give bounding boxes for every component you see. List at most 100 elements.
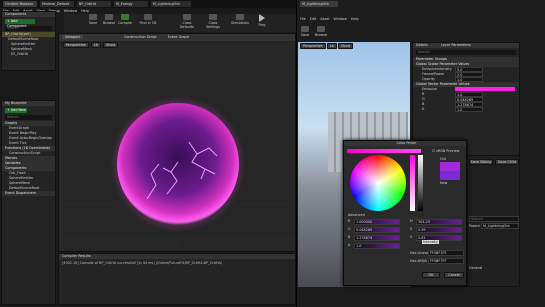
play-icon [259,14,265,22]
tab-layer-parameters[interactable]: Layer Parameters [441,43,471,47]
hex-linear-label: Hex Linear [410,251,429,255]
parameter-label: A [422,107,425,111]
compiler-results-panel: Compiler Results [4902.16] Compile of BP… [58,253,296,305]
channel-value-field[interactable]: 1.0 [354,243,400,249]
my-blueprint-search[interactable]: Search [5,115,52,120]
browse-icon [105,14,113,20]
component-item[interactable]: ES_OrbHA [2,52,55,57]
color-channel-row: B 1.278674 [348,235,406,243]
hex-srgb-label: Hex sRGB [410,259,427,263]
compile-button[interactable]: Compile [118,14,132,25]
add-new-button[interactable]: + Add New [5,108,27,113]
menu2-window[interactable]: Window [334,17,347,21]
tab-construction-script[interactable]: Construction Script [124,35,157,39]
orb-viewport[interactable] [59,44,296,252]
tab-m-energy[interactable]: M_Energy [114,1,148,7]
parameter-label: Global Scalar Parameter Values [416,62,470,66]
my-blueprint-list: Graphs EventGraph Event BeginPlay Event Act… [2,121,55,196]
hex-linear-field[interactable]: FF0BF1FF [428,250,464,256]
lightning-orb [117,103,239,225]
rgba-fields: R 1.000000 G 0.048269 B 1.278674 A 1.0 [348,219,406,251]
play-button[interactable]: Play [255,14,269,27]
parent-label: Parent [469,224,480,228]
add-component-button[interactable]: + Add Component [5,19,35,28]
tab-viewport[interactable]: Viewport [62,35,83,39]
channel-label: H [410,219,413,223]
save-sibling-button[interactable]: Save Sibling [469,159,493,165]
tab-m-lightningorb-editor[interactable]: M_LightningOrb [300,1,338,7]
find-icon [144,14,152,20]
channel-value-field[interactable]: 0.99 [416,227,462,233]
channel-value-field[interactable]: 1.278674 [354,235,400,241]
hue-saturation-wheel[interactable] [350,155,406,211]
save-icon [89,14,97,20]
channel-value-field[interactable]: 1.000000 [354,219,400,225]
my-blueprint-title: My Blueprint [2,101,55,106]
browse-button[interactable]: Browse [102,14,116,25]
material-save-button[interactable]: Save [298,26,312,37]
compiler-log: [4902.16] Compile of BP_OrbHA successful… [62,261,223,265]
section-header[interactable]: Event Dispatchers [2,191,55,196]
parameter-label: Parameter Groups [416,57,447,61]
menu2-asset[interactable]: Asset [320,17,329,21]
menu2-edit[interactable]: Edit [310,17,317,21]
save-child-button[interactable]: Save Child [495,159,519,165]
hex-srgb-field[interactable]: FF5BF7FF [428,258,464,264]
class-settings-button[interactable]: Class Settings [202,14,224,29]
color-channel-row: R 1.000000 [348,219,406,227]
menu-window[interactable]: Window [64,9,77,13]
color-channel-row: S 0.99 [410,227,466,235]
old-new-swatch [440,162,460,180]
old-label: Old [440,157,446,161]
preview-options: Perspective Lit Show [300,43,354,49]
material-menu-bar: File Edit Asset Window Help [300,17,363,21]
parameter-row: A 1.0 [413,107,519,112]
preview-perspective-button[interactable]: Perspective [300,43,326,49]
class-defaults-button[interactable]: Class Defaults [176,14,198,29]
preview-show-button[interactable]: Show [337,43,354,49]
menu2-help[interactable]: Help [351,17,359,21]
right-search[interactable]: Search [469,216,519,222]
value-slider[interactable] [418,155,423,211]
simulation-button[interactable]: Simulation [230,14,250,25]
save-button[interactable]: Save [86,14,100,25]
browse-icon [317,26,325,32]
details-list: Parameter Groups Global Scalar Parameter … [413,57,519,112]
compile-icon [121,14,129,20]
parameter-label: Opacity [422,77,436,81]
channel-label: S [410,227,413,231]
color-channel-row: H 304.29 [410,219,466,227]
saturation-slider[interactable] [410,155,415,211]
components-search[interactable]: Search [5,26,52,31]
save-icon [301,26,309,32]
parameter-label: EmissiveIntensity [422,67,452,71]
parameter-value-field[interactable]: 1.0 [455,107,483,112]
preview-lit-button[interactable]: Lit [326,43,337,49]
channel-value-field[interactable]: 304.29 [416,219,462,225]
material-browse-button[interactable]: Browse [314,26,328,37]
ok-button[interactable]: OK [422,272,440,278]
tab-details[interactable]: Details [416,43,428,47]
parameter-label: Global Vector Parameter Values [416,82,470,86]
color-picker-dialog: Color Picker ☑ sRGB Preview Old New Adva… [343,140,467,286]
channel-label: G [348,227,351,231]
parameter-label: FresnelPower [422,72,445,76]
tab-bp-orbha[interactable]: BP_OrbHA [77,1,111,7]
tab-event-graph[interactable]: Event Graph [168,35,189,39]
details-search[interactable]: Search [416,50,516,55]
find-button[interactable]: Find in CB [138,14,158,25]
srgb-preview-checkbox[interactable]: ☑ sRGB Preview [432,149,459,153]
menu2-file[interactable]: File [300,17,306,21]
new-label: New [440,181,448,185]
channel-label: A [348,243,351,247]
tab-content-browser[interactable]: Content Browser [3,1,37,7]
channel-value-field[interactable]: 0.048269 [354,227,400,233]
emissive-color-swatch[interactable] [455,87,515,91]
parent-dropdown[interactable]: M_LightningOrb [481,223,519,229]
advanced-label: Advanced [348,213,365,217]
tab-minimal-default[interactable]: Minimal_Default [40,1,74,7]
tab-m-lightningorb[interactable]: M_LightningOrb [151,1,191,7]
cancel-button[interactable]: Cancel [444,272,464,278]
menu-help[interactable]: Help [81,9,89,13]
components-title: Components [2,12,55,17]
